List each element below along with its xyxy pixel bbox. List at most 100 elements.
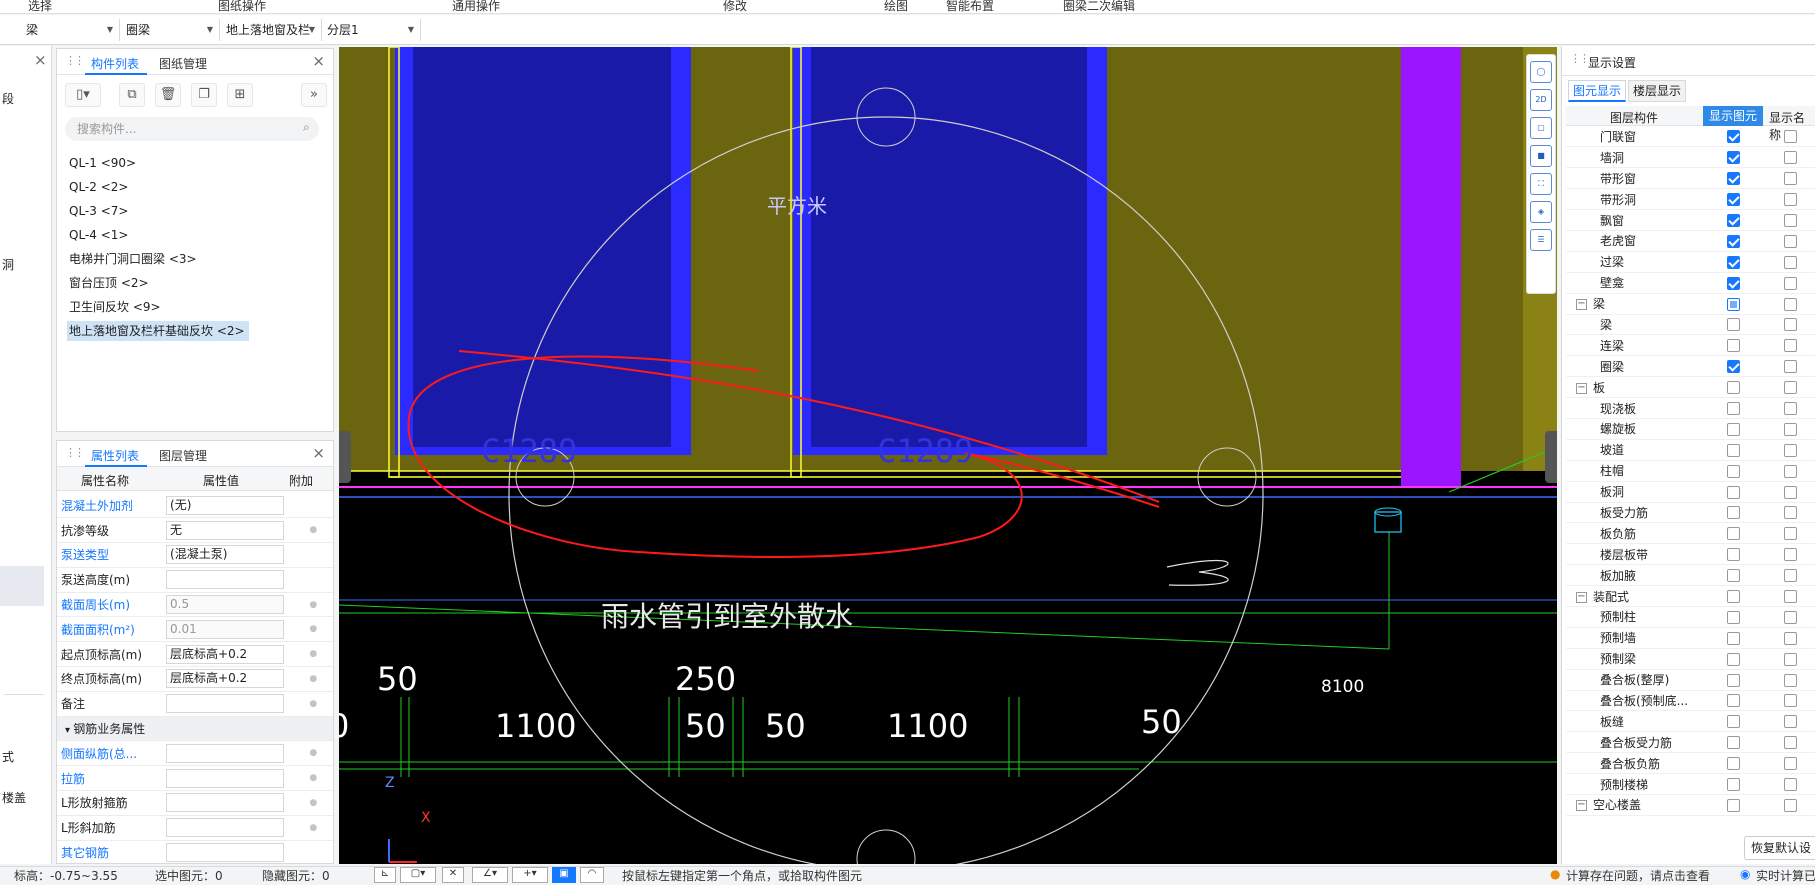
cube-solid-icon[interactable]: ■ <box>1530 145 1552 167</box>
show-element-checkbox[interactable] <box>1727 610 1741 624</box>
show-name-checkbox[interactable] <box>1783 234 1797 248</box>
show-element-checkbox[interactable] <box>1727 464 1741 478</box>
collapse-icon[interactable]: − <box>1576 800 1587 812</box>
show-name-checkbox[interactable] <box>1783 757 1797 771</box>
list-item[interactable]: QL-2 <2> <box>67 177 128 197</box>
show-name-checkbox[interactable] <box>1783 422 1797 436</box>
new-component-button[interactable]: ▯▾ <box>65 83 101 107</box>
close-icon[interactable]: × <box>312 52 325 70</box>
menu-modify[interactable]: 修改 <box>723 0 747 14</box>
ortho-icon[interactable]: ⊾ <box>374 867 396 883</box>
list-item[interactable]: QL-4 <1> <box>67 225 128 245</box>
cad-viewport[interactable]: C1289 C1289 平方米 雨水管引到室外散水 8100 50 250 50… <box>339 47 1557 864</box>
show-name-checkbox[interactable] <box>1783 443 1797 457</box>
drag-handle-icon[interactable]: ⋮⋮ <box>65 446 85 459</box>
list-item[interactable]: 窗台压顶 <2> <box>67 273 149 293</box>
layer-view-icon[interactable]: ☰ <box>1530 229 1552 251</box>
select-mode-icon[interactable]: ▣ <box>552 867 576 883</box>
show-name-checkbox[interactable] <box>1783 652 1797 666</box>
show-name-checkbox[interactable] <box>1783 778 1797 792</box>
show-name-checkbox[interactable] <box>1783 569 1797 583</box>
drag-handle-icon[interactable]: ⋮⋮ <box>65 54 85 67</box>
property-extra[interactable] <box>287 567 333 593</box>
show-element-checkbox[interactable] <box>1727 193 1741 207</box>
show-element-checkbox[interactable] <box>1727 172 1741 186</box>
show-name-checkbox[interactable] <box>1783 548 1797 562</box>
view-2d-icon[interactable]: 2D <box>1530 89 1552 111</box>
show-name-checkbox[interactable] <box>1783 130 1797 144</box>
tab-layer-manage[interactable]: 图层管理 <box>159 447 207 464</box>
property-value-input[interactable] <box>166 793 285 813</box>
show-element-checkbox[interactable] <box>1727 485 1741 499</box>
property-extra[interactable]: ● <box>287 616 333 643</box>
property-value-input[interactable]: (无) <box>166 495 285 515</box>
more-icon[interactable]: » <box>301 83 327 107</box>
calc-warning-link[interactable]: 计算存在问题，请点击查看 <box>1566 867 1710 884</box>
property-extra[interactable]: ● <box>287 691 333 717</box>
show-element-checkbox[interactable] <box>1727 297 1741 311</box>
collapse-icon[interactable]: − <box>1576 382 1587 394</box>
property-extra[interactable]: ● <box>287 815 333 841</box>
close-icon[interactable]: × <box>34 51 47 69</box>
property-value-input[interactable] <box>166 570 285 590</box>
show-element-checkbox[interactable] <box>1727 527 1741 541</box>
show-name-checkbox[interactable] <box>1783 464 1797 478</box>
property-value-input[interactable]: 无 <box>166 520 285 540</box>
cross-icon[interactable]: ✕ <box>442 867 464 883</box>
show-element-checkbox[interactable] <box>1727 590 1741 604</box>
property-value-input[interactable]: 0.01 <box>166 619 285 639</box>
show-name-checkbox[interactable] <box>1783 360 1797 374</box>
layer-select[interactable]: 分层1 ▼ <box>323 19 421 41</box>
show-element-checkbox[interactable] <box>1727 798 1741 812</box>
restore-default-button[interactable]: 恢复默认设 <box>1744 836 1815 860</box>
property-value-input[interactable]: (混凝土泵) <box>166 545 285 565</box>
collapse-icon[interactable]: − <box>1576 591 1587 603</box>
show-name-checkbox[interactable] <box>1783 736 1797 750</box>
show-element-checkbox[interactable] <box>1727 506 1741 520</box>
type-select[interactable]: 圈梁 ▼ <box>122 19 220 41</box>
show-element-checkbox[interactable] <box>1727 234 1741 248</box>
property-value-input[interactable] <box>166 768 285 788</box>
component-select[interactable]: 地上落地窗及栏 ▼ <box>222 19 322 41</box>
show-element-checkbox[interactable] <box>1727 652 1741 666</box>
property-value-input[interactable] <box>166 694 285 714</box>
menu-smart-layout[interactable]: 智能布置 <box>946 0 994 14</box>
property-extra[interactable]: ● <box>287 666 333 692</box>
show-name-checkbox[interactable] <box>1783 402 1797 416</box>
list-item-selected[interactable]: 地上落地窗及栏杆基础反坎 <2> <box>67 321 249 341</box>
tab-property-list[interactable]: 属性列表 <box>91 447 139 464</box>
list-item[interactable]: 卫生间反坎 <9> <box>67 297 161 317</box>
snap-icon[interactable]: ▢▾ <box>400 867 436 883</box>
collapse-icon[interactable]: − <box>1576 299 1587 311</box>
show-element-checkbox[interactable] <box>1727 715 1741 729</box>
show-element-checkbox[interactable] <box>1727 214 1741 227</box>
close-icon[interactable]: × <box>312 444 325 462</box>
show-name-checkbox[interactable] <box>1783 339 1797 353</box>
category-select[interactable]: 梁 ▼ <box>22 19 120 41</box>
drag-handle-icon[interactable]: ⋮⋮ <box>1570 52 1590 65</box>
show-name-checkbox[interactable] <box>1783 318 1797 332</box>
show-name-checkbox[interactable] <box>1783 694 1797 708</box>
filter-icon[interactable]: ⊞ <box>227 83 253 107</box>
property-value-input[interactable] <box>166 843 285 863</box>
menu-common-ops[interactable]: 通用操作 <box>452 0 500 14</box>
property-extra[interactable] <box>287 493 333 519</box>
menu-select[interactable]: 选择 <box>28 0 52 14</box>
menu-ring-beam-edit[interactable]: 圈梁二次编辑 <box>1063 0 1135 14</box>
nav-item-highlight[interactable] <box>0 566 44 606</box>
show-name-checkbox[interactable] <box>1783 506 1797 520</box>
property-value-input[interactable]: 0.5 <box>166 595 285 615</box>
show-name-checkbox[interactable] <box>1783 610 1797 624</box>
property-value-input[interactable]: 层底标高+0.2 <box>166 644 285 664</box>
collapse-right-handle[interactable] <box>1545 431 1557 483</box>
col-show-element[interactable]: 显示图元 <box>1703 106 1763 126</box>
view-3d-icon[interactable]: ▢ <box>1530 117 1552 139</box>
collapse-left-handle[interactable] <box>339 431 351 483</box>
list-item[interactable]: QL-3 <7> <box>67 201 128 221</box>
property-extra[interactable]: ● <box>287 592 333 618</box>
show-name-checkbox[interactable] <box>1783 673 1797 687</box>
show-name-checkbox[interactable] <box>1783 214 1797 227</box>
property-extra[interactable]: ● <box>287 740 333 767</box>
property-extra[interactable]: ● <box>287 517 333 544</box>
angle-icon[interactable]: ∠▾ <box>472 867 508 883</box>
